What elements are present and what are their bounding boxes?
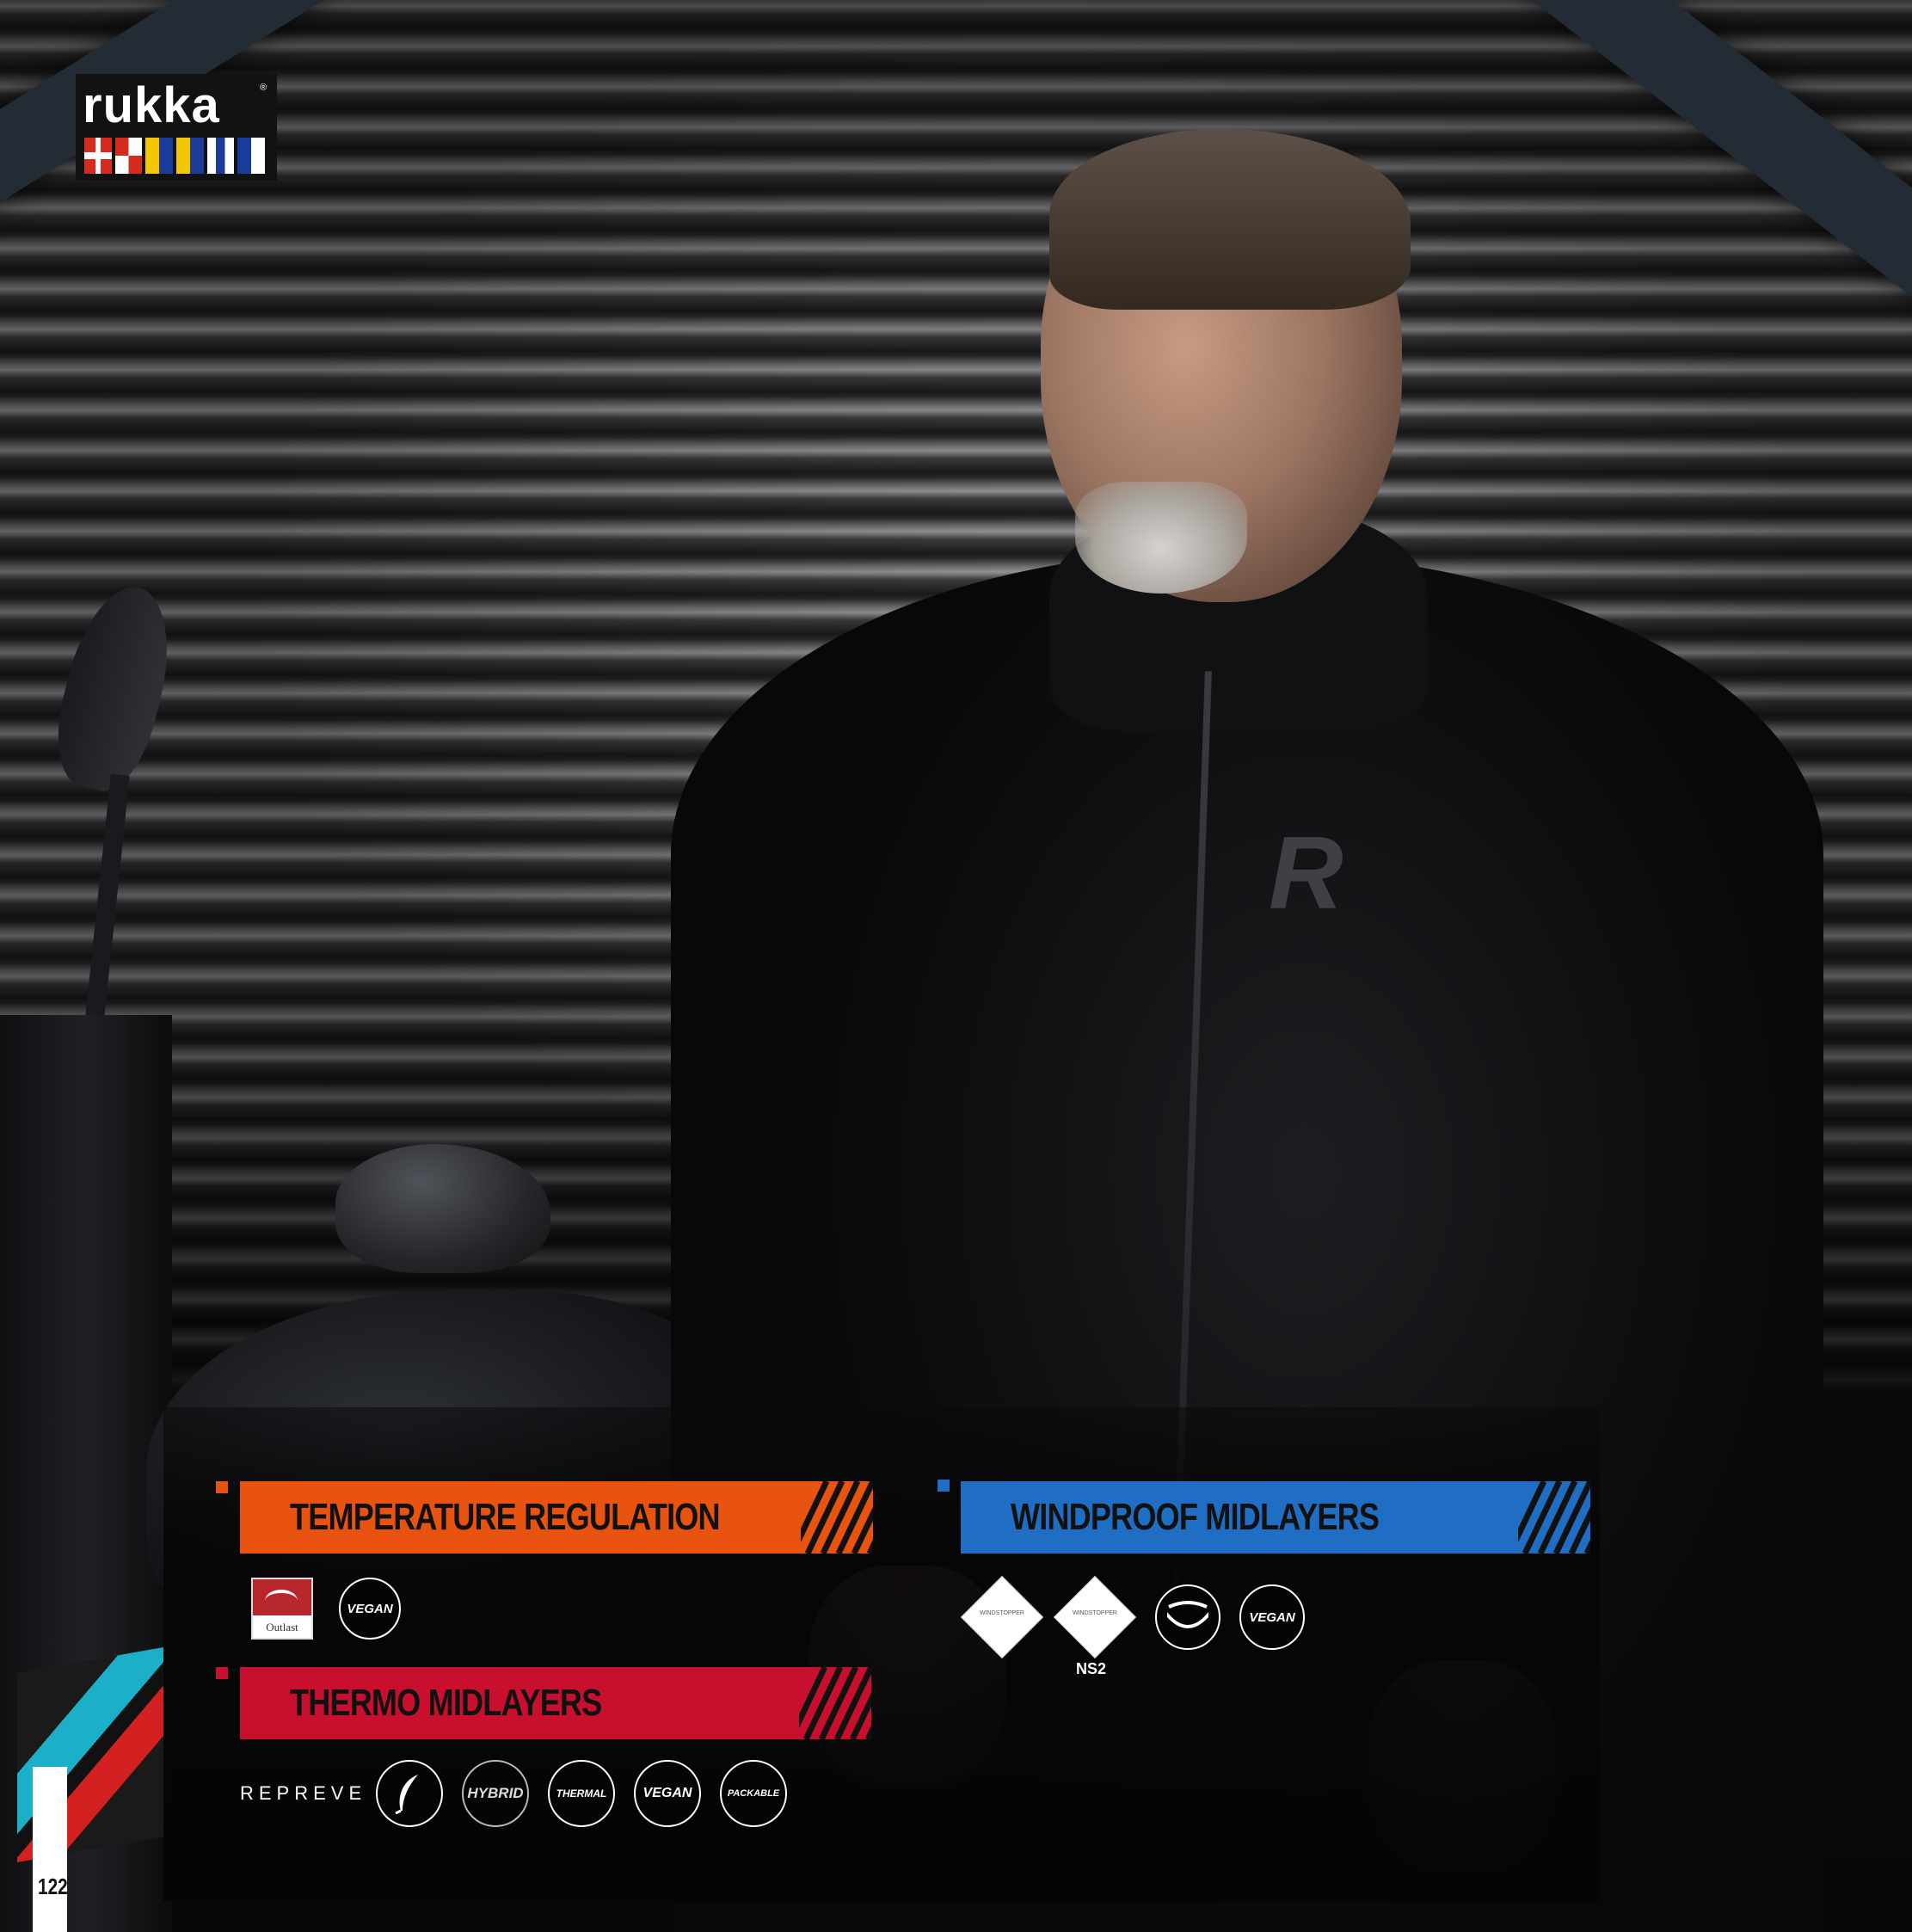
logo-signal-flags <box>84 138 266 174</box>
signal-flag-icon <box>206 138 235 174</box>
signal-flag-icon <box>237 138 266 174</box>
ns2-caption: NS2 <box>1076 1660 1107 1677</box>
windproof-midlayers-banner: WINDPROOF MIDLAYERS <box>961 1481 1590 1554</box>
repreve-logo-icon: REPREVE <box>240 1782 367 1804</box>
feather-badge-icon <box>376 1760 443 1827</box>
signal-flag-icon <box>145 138 174 174</box>
outlast-label: Outlast <box>266 1621 298 1634</box>
windproof-midlayers-title: WINDPROOF MIDLAYERS <box>1011 1496 1380 1538</box>
thermal-badge-icon: THERMAL <box>548 1760 615 1827</box>
hatch-stripes-icon <box>801 1481 873 1554</box>
temperature-regulation-title: TEMPERATURE REGULATION <box>290 1496 721 1538</box>
thermo-midlayers-badges: REPREVE HYBRID THERMAL VEGAN PACKABLE <box>240 1760 787 1827</box>
thermo-midlayers-title: THERMO MIDLAYERS <box>290 1682 602 1724</box>
temperature-regulation-badges: Outlast VEGAN <box>251 1578 401 1640</box>
section-marker <box>216 1667 228 1679</box>
outlast-logo-icon: Outlast <box>251 1578 313 1640</box>
thermo-midlayers-banner: THERMO MIDLAYERS <box>240 1667 871 1739</box>
rukka-logo: rukka ® <box>76 74 277 181</box>
logo-wordmark: rukka <box>83 77 220 133</box>
vegan-badge-icon: VEGAN <box>1239 1584 1305 1650</box>
section-marker <box>938 1480 950 1492</box>
page-number-tab <box>33 1767 67 1932</box>
vegan-badge-icon: VEGAN <box>339 1578 401 1640</box>
jacket-chest-logo-icon: R <box>1269 815 1343 931</box>
windproof-midlayers-badges: WINDSTOPPER WINDSTOPPER VEGAN <box>960 1575 1305 1659</box>
windstopper-badge-icon: WINDSTOPPER <box>960 1575 1044 1659</box>
packable-badge-icon: PACKABLE <box>720 1760 787 1827</box>
model-beard <box>1075 482 1247 594</box>
hybrid-badge-icon: HYBRID <box>462 1760 529 1827</box>
signal-flag-icon <box>176 138 204 174</box>
collar-badge-icon <box>1155 1584 1220 1650</box>
hatch-stripes-icon <box>799 1667 871 1739</box>
windstopper-ns2-badge-icon: WINDSTOPPER <box>1053 1575 1137 1659</box>
logo-registered-mark: ® <box>260 83 267 93</box>
page-number: 122 <box>38 1874 68 1899</box>
hatch-stripes-icon <box>1518 1481 1590 1554</box>
catalog-page: R rukka ® TEMPERATURE REGULATION Outlast… <box>0 0 1912 1932</box>
temperature-regulation-banner: TEMPERATURE REGULATION <box>240 1481 873 1554</box>
section-marker <box>216 1481 228 1493</box>
vegan-badge-icon: VEGAN <box>634 1760 701 1827</box>
signal-flag-icon <box>114 138 143 174</box>
signal-flag-icon <box>84 138 112 174</box>
